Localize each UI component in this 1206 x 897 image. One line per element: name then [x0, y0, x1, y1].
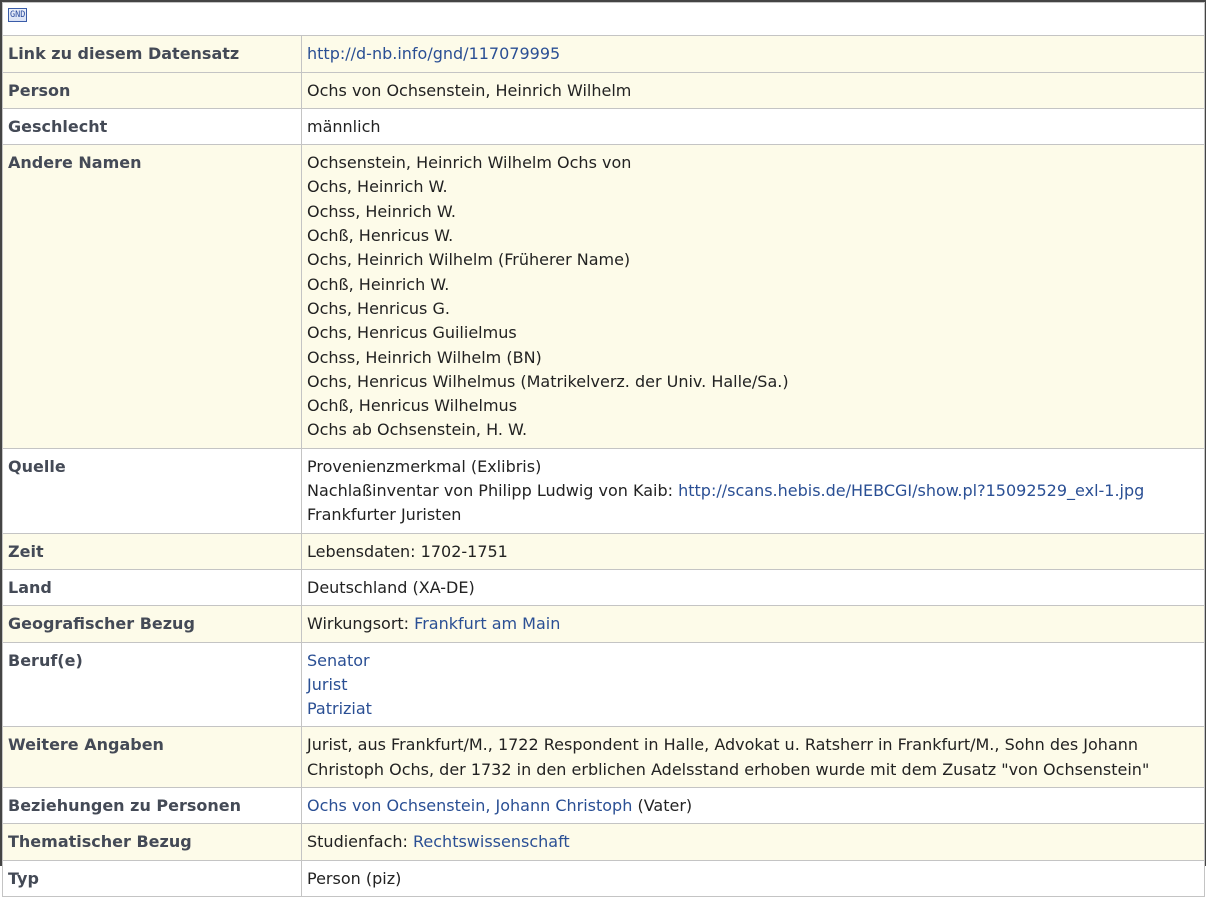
- value-professions: Senator Jurist Patriziat: [300, 641, 1206, 728]
- other-name-item: Ochsenstein, Heinrich Wilhelm Ochs von: [307, 153, 632, 173]
- further-line-2: Christoph Ochs, der 1732 in den erbliche…: [307, 759, 1150, 779]
- row-professions: Beruf(e) Senator Jurist Patriziat: [2, 641, 1206, 728]
- other-name-item: Ochß, Heinrich W.: [307, 274, 450, 294]
- row-country: Land Deutschland (XA-DE): [2, 568, 1206, 607]
- geo-prefix: Wirkungsort:: [307, 614, 415, 634]
- label-professions: Beruf(e): [2, 641, 302, 728]
- topic-prefix: Studienfach:: [307, 832, 414, 852]
- geo-place-link[interactable]: Frankfurt am Main: [414, 614, 560, 633]
- value-relations: Ochs von Ochsenstein, Johann Christoph (…: [300, 787, 1206, 825]
- row-gender: Geschlecht männlich: [2, 107, 1206, 146]
- source-inventory-text: Nachlaßinventar von Philipp Ludwig von K…: [307, 481, 679, 501]
- further-line-1: Jurist, aus Frankfurt/M., 1722 Responden…: [307, 735, 1139, 755]
- other-name-item: Ochs, Heinrich W.: [307, 177, 448, 197]
- label-person: Person: [2, 71, 302, 109]
- source-scan-link[interactable]: http://scans.hebis.de/HEBCGI/show.pl?150…: [678, 481, 1144, 500]
- source-line-2: Nachlaßinventar von Philipp Ludwig von K…: [307, 479, 1199, 503]
- value-time: Lebensdaten: 1702-1751: [300, 532, 1206, 570]
- other-name-item: Ochss, Heinrich Wilhelm (BN): [307, 347, 542, 367]
- header-cell: GND: [1, 1, 1206, 37]
- record-frame: GND Link zu diesem Datensatz http://d-nb…: [0, 0, 1206, 897]
- row-geo: Geografischer Bezug Wirkungsort: Frankfu…: [2, 605, 1206, 643]
- value-source: Provenienzmerkmal (Exlibris) Nachlaßinve…: [300, 447, 1206, 534]
- other-name-item: Ochß, Henricus W.: [307, 226, 454, 246]
- other-name-item: Ochs ab Ochsenstein, H. W.: [307, 420, 528, 440]
- label-country: Land: [2, 568, 302, 607]
- label-further: Weitere Angaben: [2, 726, 302, 789]
- profession-link-jurist[interactable]: Jurist: [307, 673, 1199, 697]
- topic-subject-link[interactable]: Rechtswissenschaft: [413, 832, 570, 851]
- other-name-item: Ochs, Henricus Wilhelmus (Matrikelverz. …: [307, 371, 789, 391]
- value-gender: männlich: [300, 107, 1206, 146]
- row-other-names: Andere Namen Ochsenstein, Heinrich Wilhe…: [2, 144, 1206, 449]
- source-line-1: Provenienzmerkmal (Exlibris): [307, 456, 542, 476]
- other-name-item: Ochs, Heinrich Wilhelm (Früherer Name): [307, 250, 631, 270]
- other-name-item: Ochss, Heinrich W.: [307, 201, 456, 221]
- source-line-3: Frankfurter Juristen: [307, 505, 462, 525]
- label-source: Quelle: [2, 447, 302, 534]
- gnd-logo-icon[interactable]: GND: [8, 8, 28, 22]
- row-person: Person Ochs von Ochsenstein, Heinrich Wi…: [2, 71, 1206, 109]
- header-row: GND: [1, 1, 1206, 37]
- row-link: Link zu diesem Datensatz http://d-nb.inf…: [2, 35, 1206, 73]
- value-person: Ochs von Ochsenstein, Heinrich Wilhelm: [300, 71, 1206, 109]
- label-topic: Thematischer Bezug: [2, 823, 302, 861]
- gnd-record-table: GND Link zu diesem Datensatz http://d-nb…: [1, 1, 1206, 897]
- other-name-item: Ochß, Henricus Wilhelmus: [307, 396, 518, 416]
- other-name-item: Ochs, Henricus G.: [307, 298, 450, 318]
- row-relations: Beziehungen zu Personen Ochs von Ochsens…: [2, 787, 1206, 825]
- value-geo: Wirkungsort: Frankfurt am Main: [300, 605, 1206, 643]
- label-geo: Geografischer Bezug: [2, 605, 302, 643]
- row-time: Zeit Lebensdaten: 1702-1751: [2, 532, 1206, 570]
- value-topic: Studienfach: Rechtswissenschaft: [300, 823, 1206, 861]
- label-link: Link zu diesem Datensatz: [2, 35, 302, 73]
- row-source: Quelle Provenienzmerkmal (Exlibris) Nach…: [2, 447, 1206, 534]
- label-other-names: Andere Namen: [2, 144, 302, 449]
- profession-link-senator[interactable]: Senator: [307, 649, 1199, 673]
- row-further: Weitere Angaben Jurist, aus Frankfurt/M.…: [2, 726, 1206, 789]
- relation-person-link[interactable]: Ochs von Ochsenstein, Johann Christoph: [307, 796, 632, 815]
- label-relations: Beziehungen zu Personen: [2, 787, 302, 825]
- label-gender: Geschlecht: [2, 107, 302, 146]
- value-further: Jurist, aus Frankfurt/M., 1722 Responden…: [300, 726, 1206, 789]
- profession-link-patriziat[interactable]: Patriziat: [307, 697, 1199, 721]
- value-country: Deutschland (XA-DE): [300, 568, 1206, 607]
- value-other-names: Ochsenstein, Heinrich Wilhelm Ochs von O…: [300, 144, 1206, 449]
- label-time: Zeit: [2, 532, 302, 570]
- record-url-link[interactable]: http://d-nb.info/gnd/117079995: [307, 44, 560, 63]
- row-topic: Thematischer Bezug Studienfach: Rechtswi…: [2, 823, 1206, 861]
- relation-role: (Vater): [632, 796, 693, 816]
- other-name-item: Ochs, Henricus Guilielmus: [307, 323, 517, 343]
- value-link: http://d-nb.info/gnd/117079995: [300, 35, 1206, 73]
